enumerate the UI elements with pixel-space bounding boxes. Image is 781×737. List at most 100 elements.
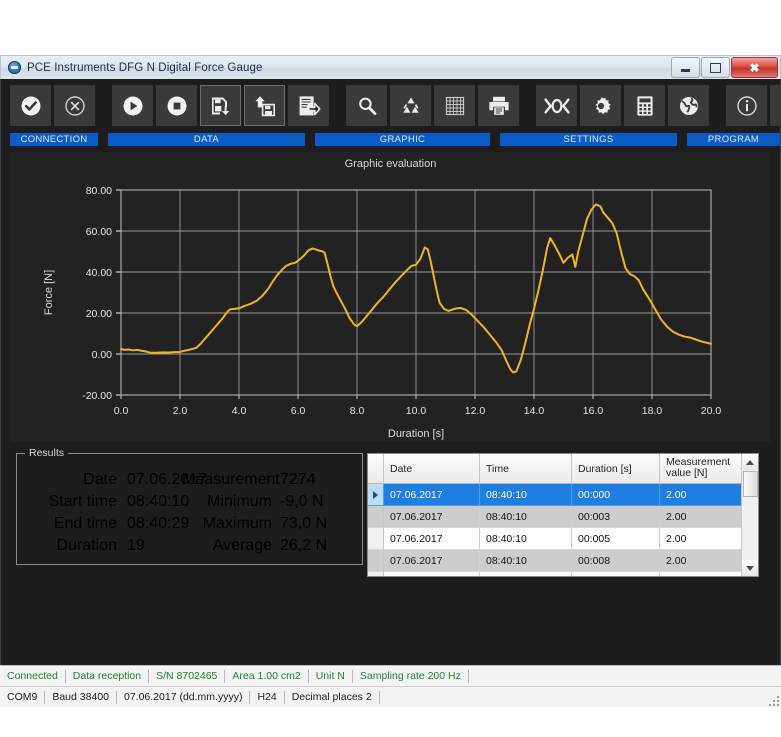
y-tick-label: 60.00 xyxy=(86,226,112,238)
status-hour-format: H24 xyxy=(250,691,285,704)
current-row-arrow-icon xyxy=(373,490,378,499)
cell-date: 07.06.2017 xyxy=(384,484,480,506)
cell-duration: 00:000 xyxy=(572,484,660,506)
table-row[interactable]: 07.06.2017 08:40:10 00:011 2.00 xyxy=(368,572,758,576)
cell-duration: 00:008 xyxy=(572,550,660,572)
y-tick-label: 0.00 xyxy=(92,349,113,361)
status-area: Area 1.00 cm2 xyxy=(225,669,309,683)
cell-duration: 00:003 xyxy=(572,506,660,528)
save-data-button[interactable] xyxy=(200,85,241,126)
status-decimal-places: Decimal places 2 xyxy=(285,691,380,704)
x-tick-label: 16.0 xyxy=(583,405,604,417)
close-button[interactable]: ✖ xyxy=(731,57,778,78)
open-data-button[interactable] xyxy=(244,85,285,126)
zoom-graphic-button[interactable] xyxy=(346,85,387,126)
gear-icon xyxy=(595,96,611,114)
grid-header-measurement-value[interactable]: Measurement value [N] xyxy=(660,454,742,484)
status-date-format: 07.06.2017 (dd.mm.yyyy) xyxy=(117,691,251,704)
row-selector-cell[interactable] xyxy=(368,484,384,506)
x-axis-label: Duration [s] xyxy=(388,428,444,440)
cell-value: 2.00 xyxy=(660,506,742,528)
x-tick-label: 10.0 xyxy=(406,405,427,417)
grid-header-measurement-value-line2: value [N] xyxy=(666,467,708,479)
status-com-port: COM9 xyxy=(0,691,46,704)
cell-time: 08:40:10 xyxy=(480,506,572,528)
results-label-end-time: End time xyxy=(53,515,117,532)
x-tick-label: 8.0 xyxy=(350,405,365,417)
scrollbar-thumb[interactable] xyxy=(743,471,758,497)
port-settings-button[interactable] xyxy=(536,85,577,126)
recycle-icon xyxy=(402,96,419,113)
magnifier-icon xyxy=(358,97,376,115)
measurement-data-grid[interactable]: Date Time Duration [s] Measurement value… xyxy=(367,453,759,577)
chevron-up-icon xyxy=(746,459,754,465)
language-settings-button[interactable] xyxy=(668,85,709,126)
row-selector-cell[interactable] xyxy=(368,550,384,572)
status-connected: Connected xyxy=(0,669,66,683)
cell-date: 07.06.2017 xyxy=(384,506,480,528)
results-value-minimum: -9,0 N xyxy=(280,493,324,510)
cell-date: 07.06.2017 xyxy=(384,572,480,576)
force-duration-chart[interactable]: 0.0 2.0 4.0 6.0 8.0 10.0 12.0 14.0 16.0 18.0 20.0 -… xyxy=(10,152,771,442)
page-bottom-margin xyxy=(0,707,781,737)
toolbar-group-settings: SETTINGS xyxy=(500,133,677,146)
grid-header-date[interactable]: Date xyxy=(384,454,480,484)
results-value-start-time: 08:40:10 xyxy=(127,493,190,510)
play-circle-icon xyxy=(123,96,142,115)
general-settings-button[interactable] xyxy=(580,85,621,126)
grid-vertical-scrollbar[interactable] xyxy=(741,454,758,576)
y-axis-label: Force [N] xyxy=(43,270,55,315)
grid-header-duration[interactable]: Duration [s] xyxy=(572,454,660,484)
window-resize-grip[interactable] xyxy=(765,692,779,706)
cell-duration: 00:005 xyxy=(572,528,660,550)
disconnect-button[interactable] xyxy=(54,85,95,126)
graphic-evaluation-panel[interactable]: Graphic evaluation 0.0 2.0 4.0 6.0 8.0 10.0 12… xyxy=(10,152,771,442)
row-selector-cell[interactable] xyxy=(368,572,384,576)
x-tick-label: 0.0 xyxy=(114,405,129,417)
info-circle-icon xyxy=(736,95,757,116)
device-settings-button[interactable] xyxy=(624,85,665,126)
cell-value: 2.00 xyxy=(660,484,742,506)
cell-time: 08:40:10 xyxy=(480,484,572,506)
pce-logo-icon xyxy=(8,61,21,74)
cell-date: 07.06.2017 xyxy=(384,550,480,572)
grid-header-rowselector xyxy=(368,454,384,484)
table-row[interactable]: 07.06.2017 08:40:10 00:008 2.00 xyxy=(368,550,758,572)
window-title: PCE Instruments DFG N Digital Force Gaug… xyxy=(27,61,263,74)
exit-button[interactable] xyxy=(770,85,781,126)
x-tick-label: 18.0 xyxy=(642,405,663,417)
about-button[interactable] xyxy=(726,85,767,126)
table-row[interactable]: 07.06.2017 08:40:10 00:005 2.00 xyxy=(368,528,758,550)
grid-view-button[interactable] xyxy=(434,85,475,126)
connect-button[interactable] xyxy=(10,85,51,126)
toolbar-group-connection: CONNECTION xyxy=(10,133,98,146)
scroll-down-button[interactable] xyxy=(742,560,758,576)
x-tick-label: 6.0 xyxy=(291,405,306,417)
stop-measurement-button[interactable] xyxy=(156,85,197,126)
table-row[interactable]: 07.06.2017 08:40:10 00:003 2.00 xyxy=(368,506,758,528)
refresh-graphic-button[interactable] xyxy=(390,85,431,126)
table-row[interactable]: 07.06.2017 08:40:10 00:000 2.00 xyxy=(368,484,758,506)
y-tick-label: 80.00 xyxy=(86,185,112,197)
results-label-start-time: Start time xyxy=(48,493,117,510)
maximize-button[interactable] xyxy=(701,57,730,78)
page-top-margin xyxy=(0,0,781,55)
row-selector-cell[interactable] xyxy=(368,506,384,528)
row-selector-cell[interactable] xyxy=(368,528,384,550)
minimize-button[interactable] xyxy=(671,57,700,78)
export-document-icon xyxy=(299,95,321,115)
grid-header-time[interactable]: Time xyxy=(480,454,572,484)
results-label-minimum: Minimum xyxy=(207,493,272,510)
window-titlebar: PCE Instruments DFG N Digital Force Gaug… xyxy=(0,55,781,79)
cell-date: 07.06.2017 xyxy=(384,528,480,550)
save-download-icon xyxy=(211,97,229,115)
results-panel: Results Date 07.06.2017 Start time 08:40… xyxy=(16,447,363,565)
scroll-up-button[interactable] xyxy=(742,454,758,470)
export-data-button[interactable] xyxy=(288,85,329,126)
start-measurement-button[interactable] xyxy=(112,85,153,126)
results-panel-title: Results xyxy=(25,447,69,459)
check-circle-icon xyxy=(21,96,40,115)
open-folder-icon xyxy=(254,95,275,116)
cell-value: 2.00 xyxy=(660,572,742,576)
print-button[interactable] xyxy=(478,85,519,126)
